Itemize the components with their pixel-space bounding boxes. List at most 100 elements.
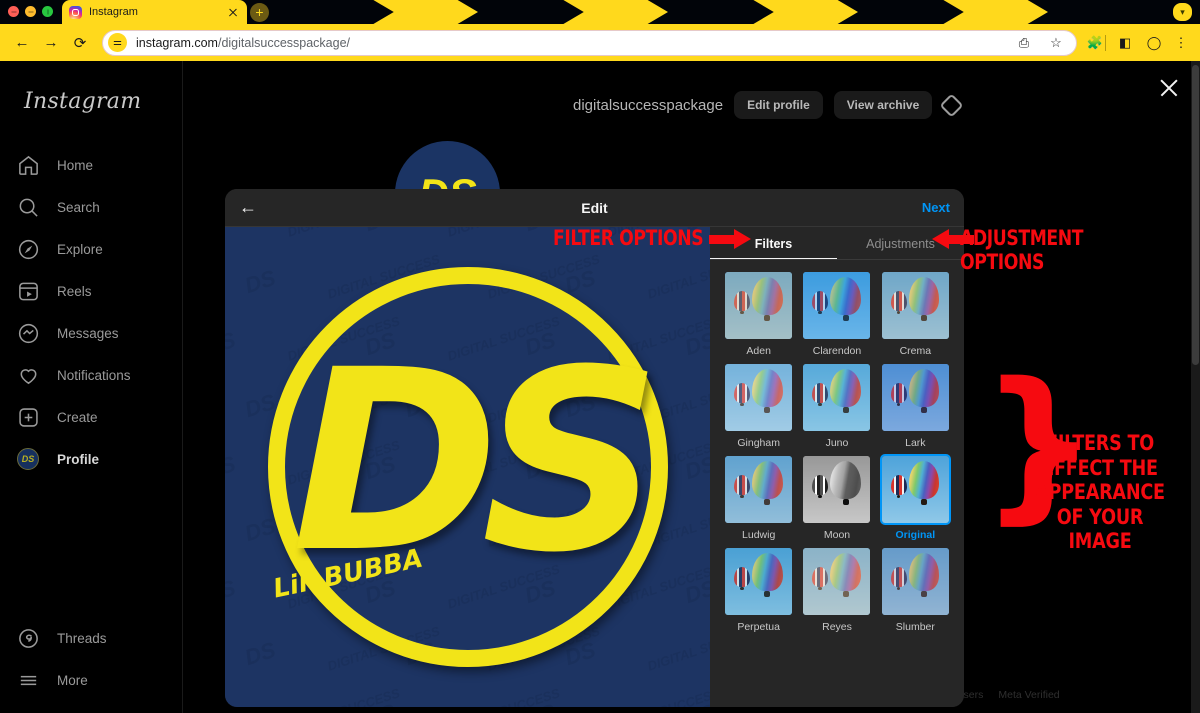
threads-icon <box>15 625 41 651</box>
compass-icon <box>15 236 41 262</box>
watermark-text: DS <box>241 264 279 299</box>
close-icon[interactable] <box>1156 75 1182 101</box>
sidebar-item-home[interactable]: Home <box>12 144 170 186</box>
edit-photo-dialog: ← Edit Next DS DIGITAL SUCCESS DS DIGITAL S… <box>225 189 964 707</box>
footer-link[interactable]: Meta Verified <box>998 689 1059 701</box>
chevron-down-icon[interactable]: ▾ <box>1173 3 1192 21</box>
filter-option-moon[interactable]: Moon <box>802 456 871 541</box>
arrow-left-icon[interactable]: ← <box>239 197 261 219</box>
filter-label: Crema <box>899 345 932 357</box>
filter-label: Perpetua <box>737 621 780 633</box>
filter-option-reyes[interactable]: Reyes <box>802 548 871 633</box>
image-preview[interactable]: DS DIGITAL SUCCESS DS DIGITAL SUCCESS DS DIGI… <box>225 227 710 707</box>
filter-option-slumber[interactable]: Slumber <box>881 548 950 633</box>
annotation-adjustment-options: ADJUSTMENT OPTIONS <box>960 226 1084 274</box>
instagram-page: Instagram Home Search Explore Reels Mess… <box>0 61 1200 713</box>
edit-profile-button[interactable]: Edit profile <box>734 91 823 119</box>
tune-icon[interactable]: ⚌ <box>108 33 127 52</box>
sidebar-item-label: Reels <box>57 283 92 299</box>
close-window-button[interactable] <box>8 6 19 17</box>
browser-tab-title: Instagram <box>89 6 138 18</box>
arrow-left-icon[interactable]: ← <box>9 30 35 56</box>
plus-square-icon <box>15 404 41 430</box>
filter-label: Gingham <box>737 437 780 449</box>
filter-option-crema[interactable]: Crema <box>881 272 950 357</box>
window-traffic-lights <box>8 6 53 17</box>
filter-thumbnail <box>803 272 871 339</box>
sidebar-nav: Home Search Explore Reels Messages Notif… <box>12 144 170 480</box>
filter-tint-overlay <box>881 548 949 615</box>
filter-thumbnail <box>725 364 793 431</box>
extensions-icon[interactable]: 🧩 <box>1085 33 1105 53</box>
watermark-text: DIGITAL SUCCESS <box>645 251 710 302</box>
filter-thumbnail <box>881 364 949 431</box>
kebab-menu-icon[interactable]: ⋮ <box>1171 33 1191 53</box>
browser-tab[interactable]: Instagram <box>62 0 247 24</box>
active-tab-indicator <box>710 258 837 260</box>
filter-thumbnail <box>725 456 793 523</box>
dialog-header: ← Edit Next <box>225 189 964 227</box>
filter-tint-overlay <box>803 364 871 431</box>
filter-label: Slumber <box>895 621 935 633</box>
page-scrollbar-thumb[interactable] <box>1192 65 1199 365</box>
sidebar-item-search[interactable]: Search <box>12 186 170 228</box>
sidebar-item-more[interactable]: More <box>12 659 171 701</box>
reload-icon[interactable]: ⟳ <box>67 30 93 56</box>
profile-circle-icon[interactable]: ◯ <box>1144 33 1164 53</box>
sidebar-item-profile[interactable]: DS Profile <box>12 438 170 480</box>
filter-option-gingham[interactable]: Gingham <box>724 364 793 449</box>
filter-option-clarendon[interactable]: Clarendon <box>802 272 871 357</box>
sidebar-item-threads[interactable]: Threads <box>12 617 171 659</box>
avatar: DS <box>17 448 39 470</box>
logo-letters: DS <box>291 316 662 607</box>
filter-tint-overlay <box>803 456 870 523</box>
sidebar-item-label: Search <box>57 199 100 215</box>
address-bar[interactable]: ⚌ instagram.com/digitalsuccesspackage/ ⎙… <box>102 29 1077 56</box>
filter-thumbnail <box>881 272 949 339</box>
filter-label: Clarendon <box>812 345 862 357</box>
split-view-icon[interactable]: ◧ <box>1115 33 1135 53</box>
sidebar-item-notifications[interactable]: Notifications <box>12 354 170 396</box>
page-scrollbar[interactable] <box>1191 61 1200 713</box>
next-button[interactable]: Next <box>922 200 950 215</box>
filters-panel: Filters Adjustments Aden Clarendon Crema Gi… <box>710 227 964 707</box>
filter-option-lark[interactable]: Lark <box>881 364 950 449</box>
filter-tint-overlay <box>725 272 793 339</box>
filter-option-ludwig[interactable]: Ludwig <box>724 456 793 541</box>
watermark-text: DS <box>362 227 399 237</box>
watermark-text: DS <box>225 227 239 237</box>
messenger-icon <box>15 320 41 346</box>
sidebar-item-label: Notifications <box>57 367 131 383</box>
maximize-window-button[interactable] <box>42 6 53 17</box>
browser-toolbar: ← → ⟳ ⚌ instagram.com/digitalsuccesspack… <box>0 24 1200 61</box>
filter-label: Lark <box>905 437 926 449</box>
filter-label: Reyes <box>822 621 852 633</box>
filter-thumbnail <box>881 548 949 615</box>
minimize-window-button[interactable] <box>25 6 36 17</box>
cast-icon[interactable]: ⎙ <box>1014 33 1034 53</box>
view-archive-button[interactable]: View archive <box>833 91 933 119</box>
gear-icon[interactable] <box>939 92 964 118</box>
plus-icon[interactable]: + <box>250 3 269 22</box>
sidebar-item-reels[interactable]: Reels <box>12 270 170 312</box>
filter-label: Aden <box>746 345 771 357</box>
star-icon[interactable]: ☆ <box>1046 33 1066 53</box>
watermark-text: DIGITAL SUCCESS <box>645 623 710 674</box>
toolbar-divider <box>1105 34 1106 51</box>
filter-option-perpetua[interactable]: Perpetua <box>724 548 793 633</box>
filter-thumbnail <box>803 456 871 523</box>
sidebar-item-explore[interactable]: Explore <box>12 228 170 270</box>
close-icon[interactable] <box>226 5 240 19</box>
filter-option-juno[interactable]: Juno <box>802 364 871 449</box>
instagram-wordmark[interactable]: Instagram <box>12 75 170 114</box>
filter-label: Moon <box>823 529 851 541</box>
filter-option-original[interactable]: Original <box>879 454 951 541</box>
filter-option-aden[interactable]: Aden <box>724 272 793 357</box>
reels-icon <box>15 278 41 304</box>
sidebar-item-messages[interactable]: Messages <box>12 312 170 354</box>
arrow-right-icon[interactable]: → <box>38 30 64 56</box>
instagram-icon <box>69 5 82 19</box>
filter-tint-overlay <box>725 456 793 523</box>
sidebar-item-create[interactable]: Create <box>12 396 170 438</box>
annotation-line: OF YOUR <box>1056 504 1144 529</box>
